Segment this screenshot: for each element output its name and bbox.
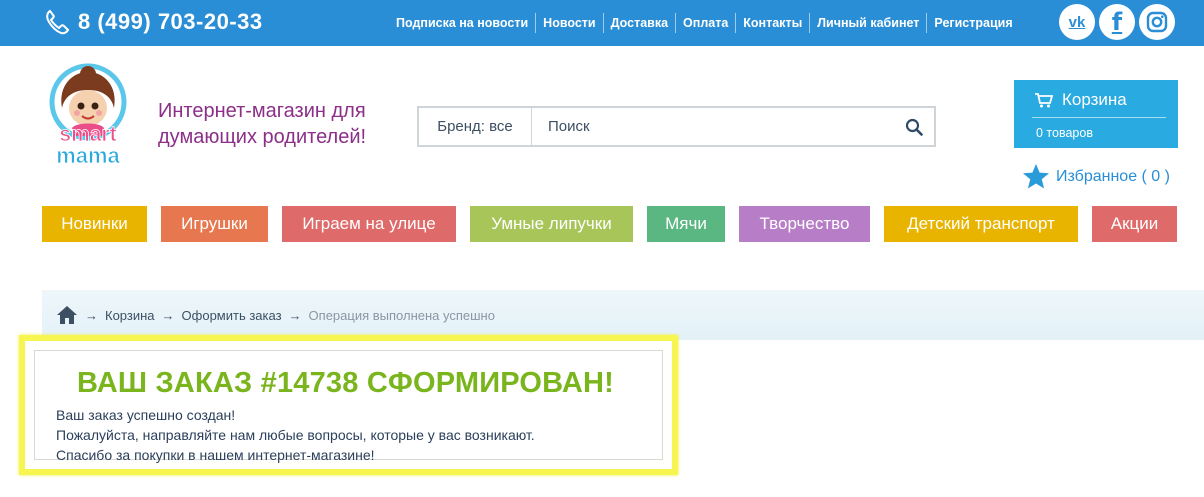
breadcrumb-home[interactable] — [56, 305, 78, 325]
search-icon — [905, 118, 923, 136]
tagline-line-2: думающих родителей! — [158, 126, 367, 148]
order-success-line-3: Спасибо за покупки в нашем интернет-мага… — [56, 447, 375, 463]
cart-divider — [1032, 117, 1166, 118]
category-sales[interactable]: Акции — [1092, 206, 1177, 242]
instagram-icon[interactable] — [1139, 4, 1175, 40]
cart-count: 0 товаров — [1036, 126, 1093, 140]
phone-icon — [46, 9, 70, 35]
breadcrumb-separator: → — [85, 307, 98, 323]
category-balls[interactable]: Мячи — [647, 206, 725, 242]
breadcrumb: → Корзина → Оформить заказ → Операция вы… — [42, 290, 1204, 340]
brand-filter-select[interactable]: Бренд: все — [419, 108, 532, 145]
favorites-link[interactable]: Избранное ( 0 ) — [1022, 163, 1170, 190]
top-bar: 8 (499) 703-20-33 Подписка на новости Но… — [0, 0, 1204, 46]
top-nav: Подписка на новости Новости Доставка Опл… — [389, 13, 1020, 33]
nav-subscribe[interactable]: Подписка на новости — [389, 13, 535, 33]
logo-mascot-icon: smart mama — [49, 63, 127, 168]
logo-text-bottom: mama — [56, 143, 120, 168]
category-outdoor[interactable]: Играем на улице — [282, 206, 456, 242]
category-velcro[interactable]: Умные липучки — [470, 206, 633, 242]
search-input[interactable] — [532, 108, 894, 145]
star-icon — [1023, 164, 1049, 189]
order-success-line-1: Ваш заказ успешно создан! — [56, 407, 236, 423]
instagram-glyph — [1146, 11, 1168, 33]
nav-payment[interactable]: Оплата — [675, 13, 735, 33]
category-new[interactable]: Новинки — [42, 206, 147, 242]
order-success-line-2: Пожалуйста, направляйте нам любые вопрос… — [56, 427, 535, 443]
breadcrumb-separator: → — [161, 307, 175, 323]
breadcrumb-separator: → — [288, 307, 302, 323]
nav-register[interactable]: Регистрация — [926, 13, 1019, 33]
category-toys[interactable]: Игрушки — [161, 206, 268, 242]
phone-number[interactable]: 8 (499) 703-20-33 — [78, 9, 263, 35]
breadcrumb-cart[interactable]: Корзина — [105, 308, 155, 323]
nav-contacts[interactable]: Контакты — [735, 13, 809, 33]
nav-delivery[interactable]: Доставка — [602, 13, 675, 33]
order-success-title: ВАШ ЗАКАЗ #14738 СФОРМИРОВАН! — [77, 367, 615, 399]
cart-title: Корзина — [1062, 90, 1127, 109]
category-kids-transport[interactable]: Детский транспорт — [884, 206, 1078, 242]
order-success-highlight: ВАШ ЗАКАЗ #14738 СФОРМИРОВАН! Ваш заказ … — [19, 335, 678, 475]
home-icon — [57, 306, 77, 324]
tagline-line-1: Интернет-магазин для — [158, 100, 366, 122]
cart-widget[interactable]: Корзина 0 товаров — [1014, 80, 1178, 148]
site-tagline: Интернет-магазин для думающих родителей! — [158, 98, 398, 150]
category-creativity[interactable]: Творчество — [739, 206, 870, 242]
breadcrumb-current: Операция выполнена успешно — [308, 307, 495, 323]
breadcrumb-checkout[interactable]: Оформить заказ — [182, 308, 282, 323]
vk-icon[interactable]: vk — [1059, 4, 1095, 40]
search-button[interactable] — [894, 108, 934, 145]
nav-account[interactable]: Личный кабинет — [809, 13, 926, 33]
cart-icon — [1035, 93, 1054, 108]
order-success-box: ВАШ ЗАКАЗ #14738 СФОРМИРОВАН! Ваш заказ … — [34, 350, 663, 463]
facebook-icon[interactable]: f — [1099, 4, 1135, 40]
nav-news[interactable]: Новости — [535, 13, 602, 33]
phone-block[interactable]: 8 (499) 703-20-33 — [42, 6, 263, 38]
search-bar: Бренд: все — [417, 106, 936, 147]
cart-title-row: Корзина — [1034, 90, 1127, 110]
favorites-label: Избранное ( 0 ) — [1056, 167, 1170, 185]
site-logo[interactable]: smart mama — [42, 62, 134, 172]
